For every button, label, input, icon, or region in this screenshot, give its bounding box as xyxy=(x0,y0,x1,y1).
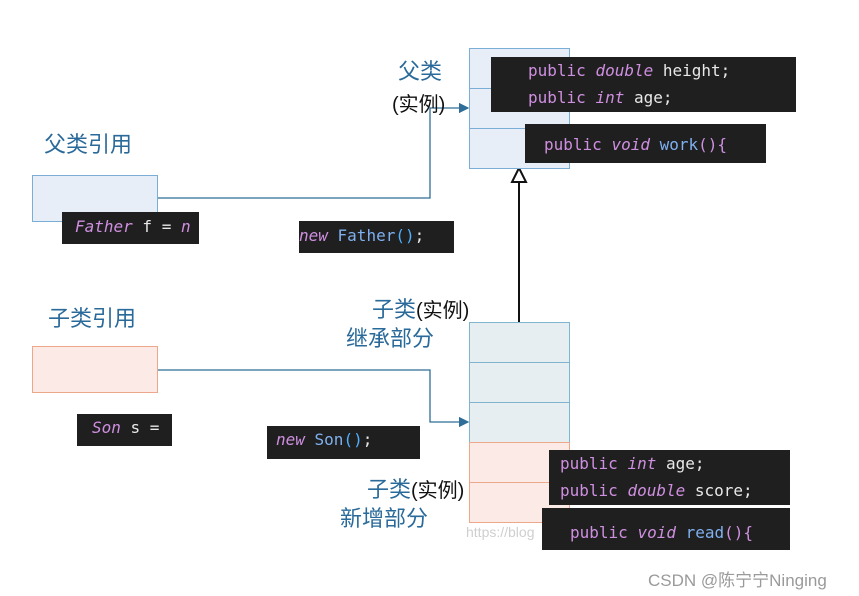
father-instance-label: 父类 xyxy=(398,60,443,85)
father-reference-label: 父类引用 xyxy=(44,133,133,158)
watermark-credit: CSDN @陈宁宁Ninging xyxy=(648,571,827,590)
father-reference-connector xyxy=(158,102,470,199)
son-declaration-code: Son s = xyxy=(77,414,172,446)
son-reference-connector xyxy=(158,369,470,428)
son-new-code: new Son(); xyxy=(267,426,420,459)
son-inherited-cell-1 xyxy=(469,322,570,363)
son-field-line: public double score; xyxy=(560,481,753,500)
father-new-code: new Father(); xyxy=(299,221,454,253)
father-method-code: public void work(){ xyxy=(525,124,766,163)
son-new-label: 子类(实例) xyxy=(367,478,465,503)
father-instance-paren: (实例) xyxy=(392,94,446,116)
son-inherited-label: 子类(实例) xyxy=(372,298,470,323)
father-declaration-code: Father f = n xyxy=(62,212,199,244)
son-inherited-cell-3 xyxy=(469,402,570,443)
watermark-url: https://blog xyxy=(466,524,535,540)
father-field-line: public int age; xyxy=(528,88,673,107)
inheritance-arrowhead-icon xyxy=(510,165,528,183)
son-fields-code: public int age; public double score; xyxy=(549,450,790,505)
son-field-line: public int age; xyxy=(560,454,705,473)
son-reference-box xyxy=(32,346,158,393)
son-inherited-sublabel: 继承部分 xyxy=(346,327,435,352)
son-method-code: public void read(){ xyxy=(542,508,790,550)
son-inherited-cell-2 xyxy=(469,362,570,403)
son-reference-label: 子类引用 xyxy=(48,307,137,332)
son-new-sublabel: 新增部分 xyxy=(340,507,429,532)
father-fields-code: public double height; public int age; xyxy=(491,57,796,112)
father-field-line: public double height; xyxy=(528,61,731,80)
